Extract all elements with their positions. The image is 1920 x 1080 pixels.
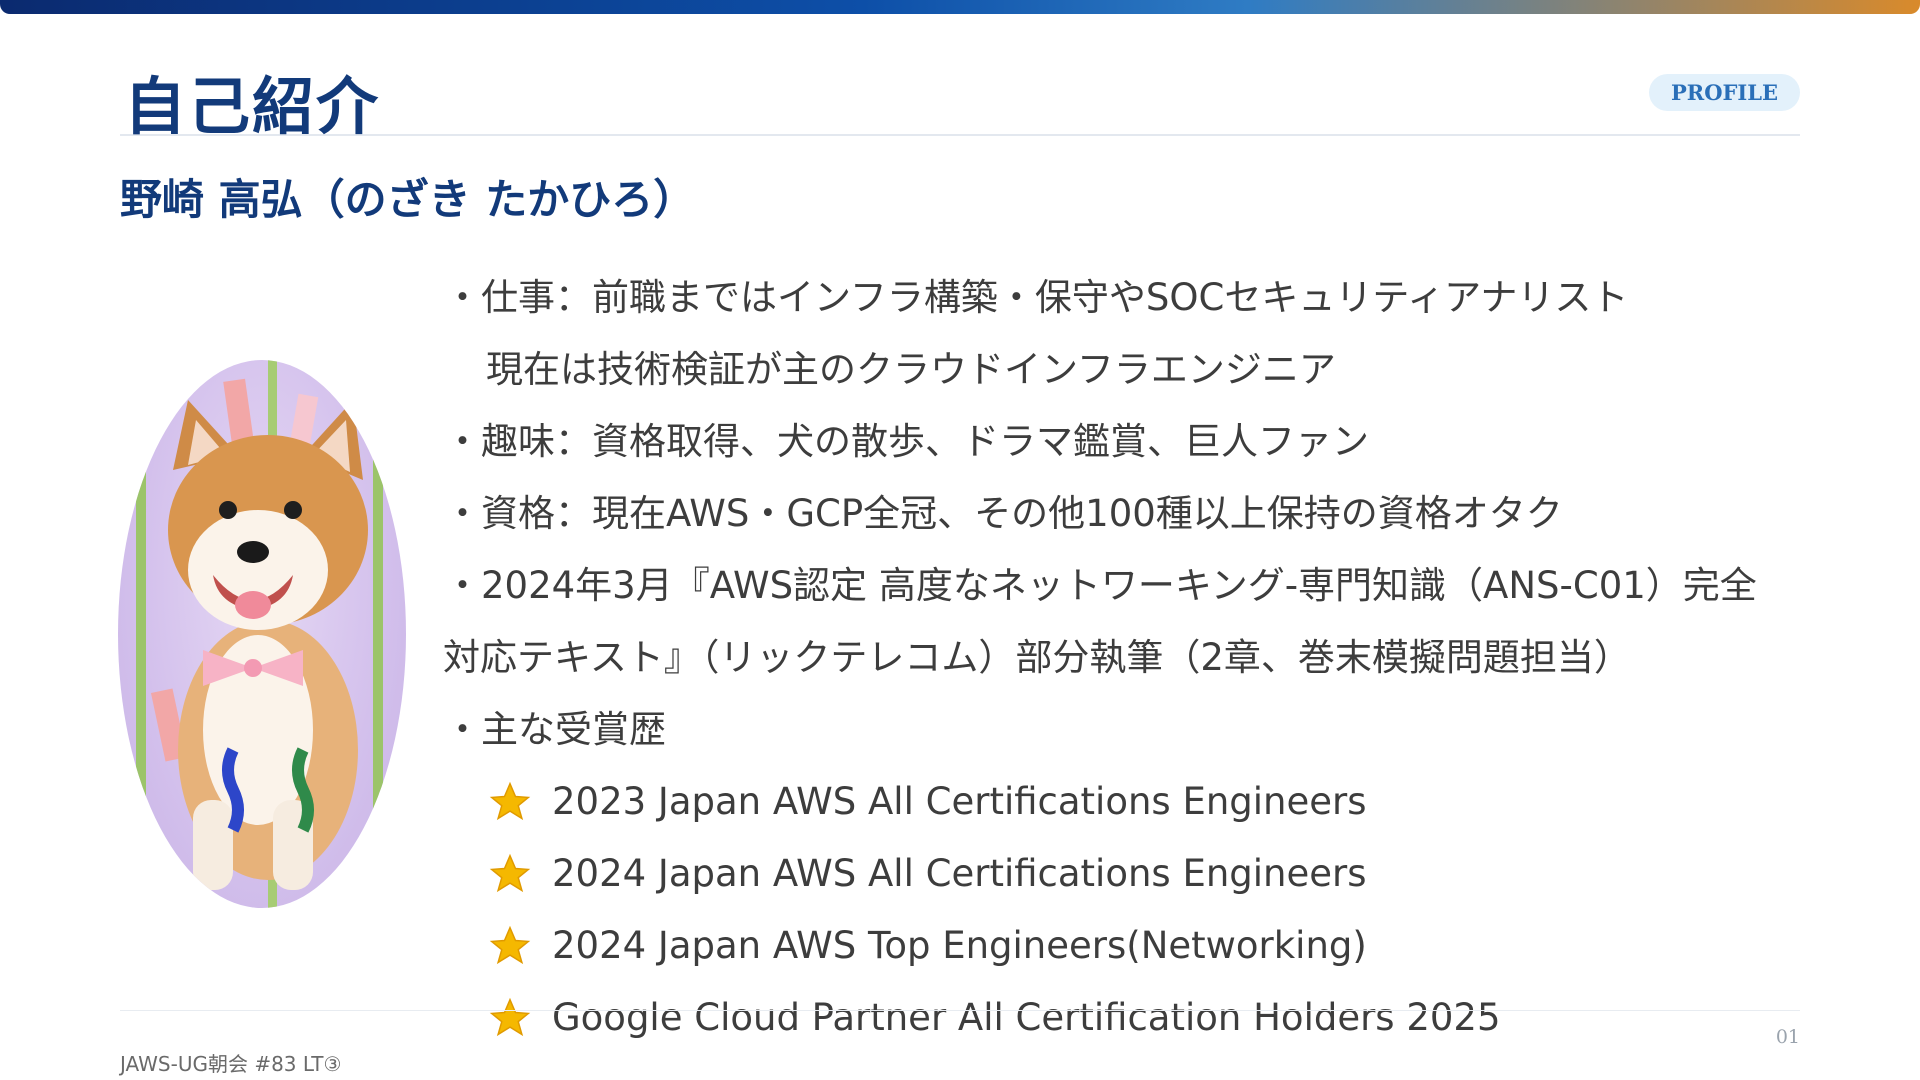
top-accent-bar <box>0 0 1920 14</box>
award-label: 2024 Japan AWS Top Engineers(Networking) <box>552 924 1367 967</box>
award-item: 2024 Japan AWS Top Engineers(Networking) <box>444 910 1844 982</box>
cert-line: ・資格：現在AWS・GCP全冠、その他100種以上保持の資格オタク <box>444 492 1563 535</box>
book-line-cont: 対応テキスト』（リックテレコム）部分執筆（2章、巻末模擬問題担当） <box>443 636 1631 679</box>
awards-heading: ・主な受賞歴 <box>444 708 666 751</box>
profile-content: ・仕事：前職まではインフラ構築・保守やSOCセキュリティアナリスト 現在は技術検… <box>443 262 1844 1054</box>
profile-badge: PROFILE <box>1648 74 1800 111</box>
page-number: 01 <box>1775 1026 1800 1048</box>
award-item: 2023 Japan AWS All Certifications Engine… <box>444 766 1844 838</box>
book-line: ・2024年3月『AWS認定 高度なネットワーキング-専門知識（ANS-C01）… <box>444 564 1757 607</box>
award-label: 2023 Japan AWS All Certifications Engine… <box>552 780 1367 823</box>
award-item: Google Cloud Partner All Certification H… <box>444 982 1844 1054</box>
star-icon <box>489 853 531 893</box>
footer-event-name: JAWS-UG朝会 #83 LT③ <box>120 1052 342 1076</box>
page-title: 自己紹介 <box>124 70 381 143</box>
award-label: Google Cloud Partner All Certification H… <box>552 996 1501 1039</box>
person-name: 野崎 高弘（のざき たかひろ） <box>120 175 696 224</box>
work-line: ・仕事：前職まではインフラ構築・保守やSOCセキュリティアナリスト <box>444 276 1629 319</box>
star-icon <box>489 781 531 821</box>
shiba-dog-photo <box>136 360 383 908</box>
star-icon <box>489 925 531 965</box>
work-line-cont: 現在は技術検証が主のクラウドインフラエンジニア <box>486 348 1336 391</box>
award-item: 2024 Japan AWS All Certifications Engine… <box>444 838 1844 910</box>
hobby-line: ・趣味：資格取得、犬の散歩、ドラマ鑑賞、巨人ファン <box>444 420 1369 463</box>
avatar <box>118 360 406 908</box>
award-label: 2024 Japan AWS All Certifications Engine… <box>552 852 1367 895</box>
slide-header: 自己紹介 PROFILE <box>120 52 1800 143</box>
star-icon <box>489 997 531 1037</box>
footer-divider <box>120 1010 1800 1011</box>
